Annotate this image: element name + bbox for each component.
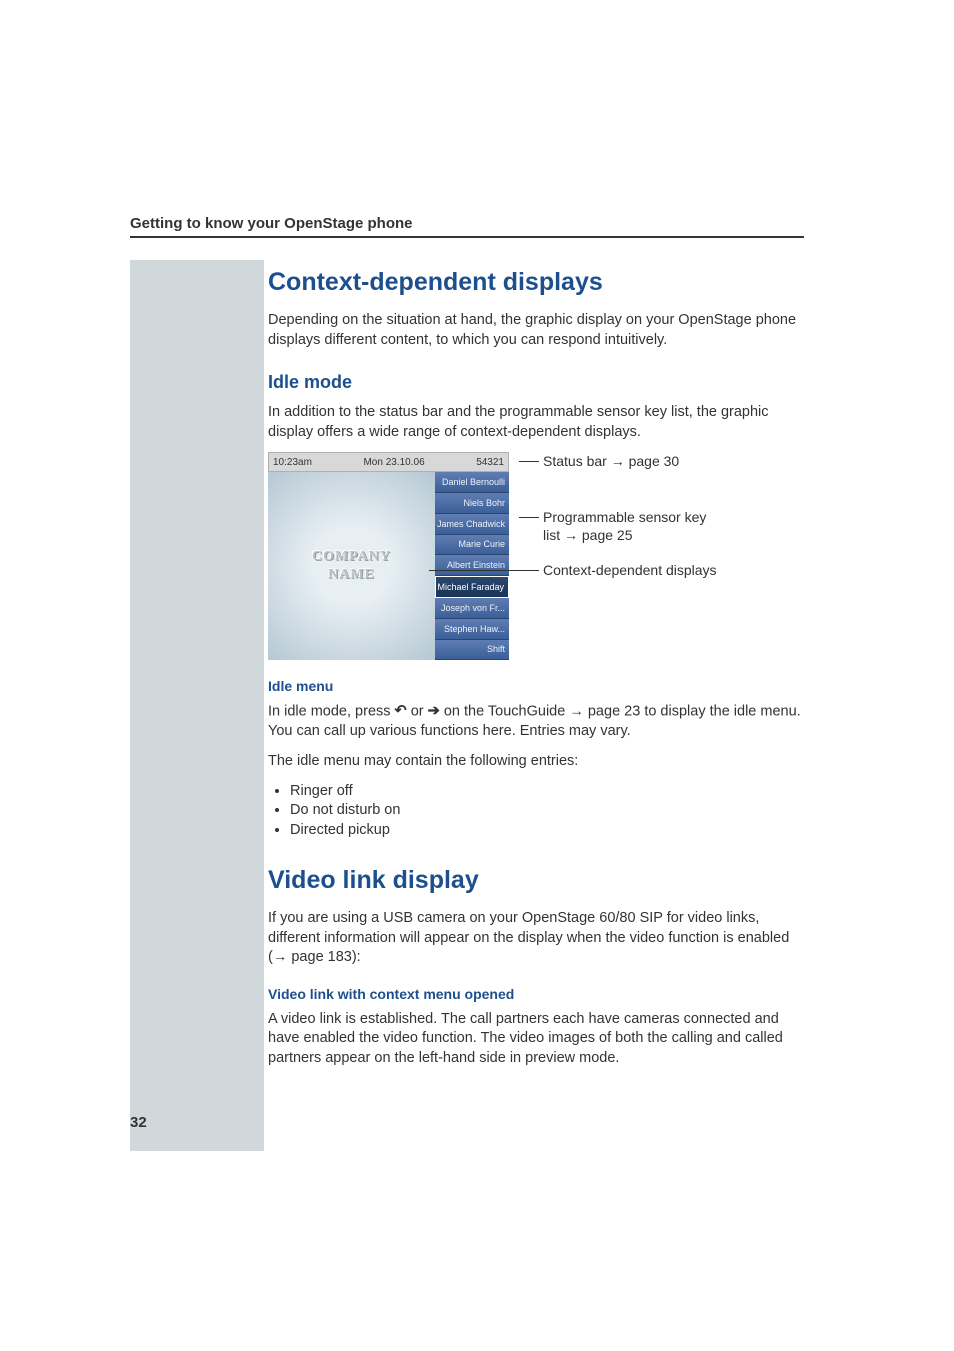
callouts: Status bar → page 30 Programmable sensor… (519, 452, 804, 660)
left-gutter (130, 260, 264, 1151)
sensor-key[interactable]: Albert Einstein (435, 555, 509, 576)
idle-mode-intro: In addition to the status bar and the pr… (268, 403, 804, 442)
status-ext: 54321 (476, 457, 504, 468)
sensor-key[interactable]: Joseph von Fr... (435, 598, 509, 619)
video-link-context-heading: Video link with context menu opened (268, 986, 804, 1002)
context-dependent-displays-heading: Context-dependent displays (268, 268, 804, 297)
context-dependent-intro: Depending on the situation at hand, the … (268, 311, 804, 350)
company-line1: Company (312, 549, 391, 564)
video-p1: If you are using a USB camera on your Op… (268, 909, 804, 968)
video-p1-b: page 183): (287, 949, 360, 965)
idle-menu-p1-pre: In idle mode, press (268, 704, 395, 720)
idle-menu-p1-mid: or (407, 704, 428, 720)
status-date: Mon 23.10.06 (363, 457, 424, 468)
company-logo: Company Name (268, 472, 435, 660)
arrow-right-icon: → (569, 704, 584, 720)
sensor-key-selected[interactable]: Michael Faraday (435, 576, 509, 598)
sensor-key[interactable]: James Chadwick (435, 514, 509, 535)
callout-status-bar: Status bar → page 30 (519, 452, 679, 470)
callout-line (519, 570, 539, 571)
page-number: 32 (130, 1114, 147, 1131)
main-content: Context-dependent displays Depending on … (268, 268, 804, 1069)
arrow-right-icon: → (611, 453, 625, 469)
idle-menu-heading: Idle menu (268, 678, 804, 694)
list-item: Do not disturb on (290, 801, 804, 821)
idle-mode-figure: 10:23am Mon 23.10.06 54321 Company Name … (268, 452, 804, 660)
idle-menu-p2: The idle menu may contain the following … (268, 752, 804, 772)
callout-sensor-l1: Programmable sensor key (543, 509, 706, 525)
screen-body: Company Name Daniel Bernoulli Niels Bohr… (268, 472, 509, 660)
arrow-right-icon: → (273, 949, 288, 965)
idle-mode-heading: Idle mode (268, 372, 804, 393)
callout-sensor-l2pre: list (543, 527, 564, 543)
status-time: 10:23am (273, 457, 312, 468)
video-p2: A video link is established. The call pa… (268, 1010, 804, 1069)
sensor-key[interactable]: Shift (435, 640, 509, 661)
idle-menu-p1: In idle mode, press ↶ or ➔ on the TouchG… (268, 702, 804, 742)
sensor-key[interactable]: Marie Curie (435, 535, 509, 556)
callout-context: Context-dependent displays (519, 561, 717, 579)
sensor-key-list: Daniel Bernoulli Niels Bohr James Chadwi… (435, 472, 509, 660)
sensor-key[interactable]: Daniel Bernoulli (435, 472, 509, 493)
callout-sensor-keys: Programmable sensor key list → page 25 (519, 508, 706, 544)
callout-status-pre: Status bar (543, 453, 611, 469)
callout-line (519, 517, 539, 518)
page: Getting to know your OpenStage phone Con… (0, 0, 954, 1351)
list-item: Directed pickup (290, 821, 804, 841)
running-header: Getting to know your OpenStage phone (130, 215, 804, 238)
video-link-display-heading: Video link display (268, 866, 804, 895)
callout-status-post: page 30 (625, 453, 680, 469)
idle-menu-p1-posta: on the TouchGuide (440, 704, 570, 720)
callout-sensor-l2post: page 25 (578, 527, 633, 543)
company-line2: Name (328, 567, 375, 582)
idle-menu-list: Ringer off Do not disturb on Directed pi… (268, 782, 804, 841)
callout-line (519, 461, 539, 462)
list-item: Ringer off (290, 782, 804, 802)
sensor-key[interactable]: Niels Bohr (435, 493, 509, 514)
callout-line (429, 570, 519, 571)
sensor-key[interactable]: Stephen Haw... (435, 619, 509, 640)
arrow-right-icon: → (564, 527, 578, 543)
back-icon: ↶ (395, 702, 407, 722)
callout-context-text: Context-dependent displays (543, 561, 717, 579)
phone-screen: 10:23am Mon 23.10.06 54321 Company Name … (268, 452, 509, 660)
status-bar: 10:23am Mon 23.10.06 54321 (268, 452, 509, 472)
forward-arrow-icon: ➔ (428, 702, 440, 722)
